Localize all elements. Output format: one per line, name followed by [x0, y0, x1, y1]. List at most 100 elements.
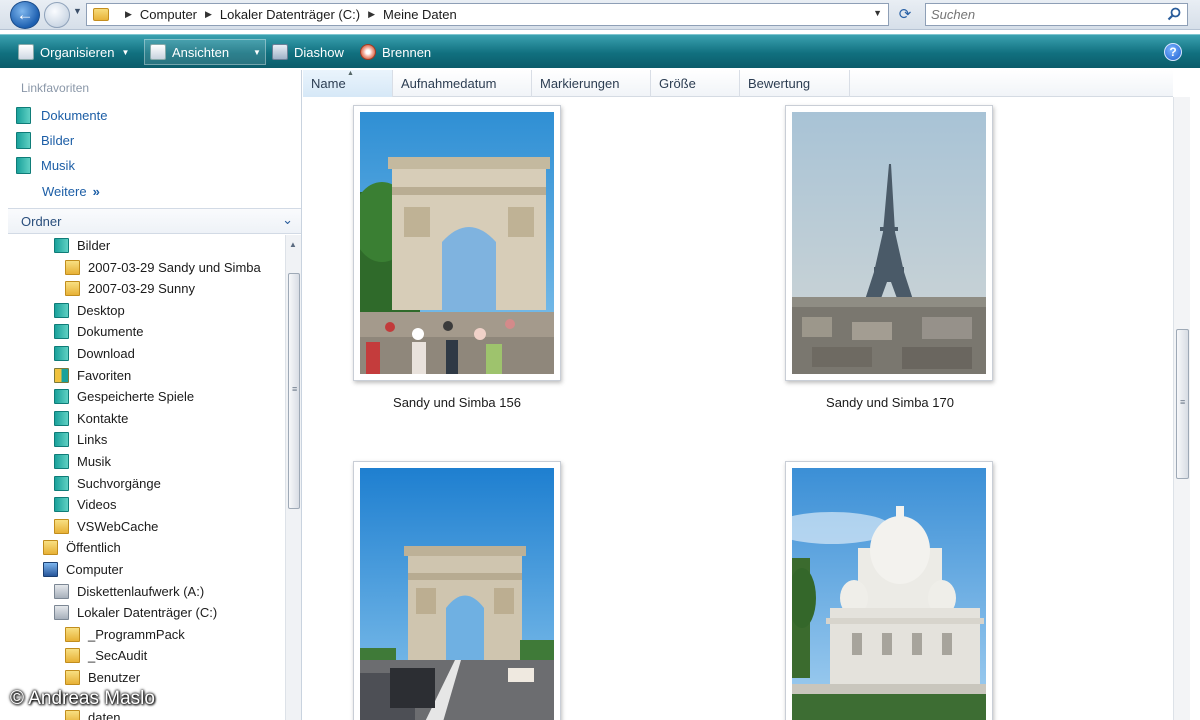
tree-item-sunny[interactable]: 2007-03-29 Sunny: [65, 281, 195, 296]
refresh-button[interactable]: ⟳: [894, 4, 916, 26]
column-header-markierungen[interactable]: Markierungen: [532, 70, 651, 97]
tree-item-daten[interactable]: daten: [65, 710, 121, 720]
search-icon[interactable]: [1167, 7, 1181, 21]
file-thumbnail[interactable]: [353, 105, 561, 381]
tree-item-label: Dokumente: [77, 324, 144, 339]
column-header-label: Aufnahmedatum: [401, 76, 497, 91]
tree-item-label: daten: [88, 710, 121, 720]
tree-item-download[interactable]: Download: [54, 346, 135, 361]
folder-icon: [43, 540, 58, 555]
file-thumbnail[interactable]: [785, 461, 993, 720]
burn-button[interactable]: Brennen: [360, 41, 431, 63]
column-header-aufnahmedatum[interactable]: Aufnahmedatum: [393, 70, 532, 97]
music-icon: [54, 454, 69, 469]
copyright-watermark: © Andreas Maslo: [10, 688, 155, 709]
search-folder-icon: [54, 476, 69, 491]
tree-item-vswebcache[interactable]: VSWebCache: [54, 519, 158, 534]
favorite-item-bilder[interactable]: Bilder: [16, 132, 74, 149]
tree-item-desktop[interactable]: Desktop: [54, 303, 125, 318]
column-header-groesse[interactable]: Größe: [651, 70, 740, 97]
history-dropdown-icon[interactable]: ▼: [73, 6, 82, 16]
folder-tree-scrollbar[interactable]: ▲ ≡: [285, 235, 301, 720]
tree-item-label: 2007-03-29 Sandy und Simba: [88, 260, 261, 275]
scrollbar-thumb[interactable]: ≡: [1176, 329, 1189, 479]
organize-button[interactable]: Organisieren ▼: [18, 41, 129, 63]
favorite-item-dokumente[interactable]: Dokumente: [16, 107, 107, 124]
scrollbar-thumb[interactable]: ≡: [288, 273, 300, 509]
tree-item-label: Videos: [77, 497, 117, 512]
tree-item-floppy[interactable]: Diskettenlaufwerk (A:): [54, 584, 204, 599]
forward-button[interactable]: [44, 2, 70, 28]
tree-item-musik[interactable]: Musik: [54, 454, 111, 469]
chevron-right-icon[interactable]: ▶: [368, 9, 375, 20]
chevron-right-icon[interactable]: ▶: [125, 9, 132, 20]
tree-item-label: Musik: [77, 454, 111, 469]
tree-item-links[interactable]: Links: [54, 432, 107, 447]
back-button[interactable]: ←: [10, 1, 40, 29]
tree-item-bilder[interactable]: Bilder: [54, 238, 110, 253]
library-icon: [54, 303, 69, 318]
navigation-pane: Linkfavoriten Dokumente Bilder Musik Wei…: [8, 70, 302, 720]
favorite-item-musik[interactable]: Musik: [16, 157, 75, 174]
tree-item-benutzer[interactable]: Benutzer: [65, 670, 140, 685]
tree-item-label: _ProgrammPack: [88, 627, 185, 642]
folders-title: Ordner: [21, 214, 62, 229]
address-box[interactable]: ▶ Computer ▶ Lokaler Datenträger (C:) ▶ …: [86, 3, 889, 26]
column-header-label: Markierungen: [540, 76, 620, 91]
search-input[interactable]: [931, 6, 1156, 23]
folder-icon: [93, 8, 109, 21]
file-name-label[interactable]: Sandy und Simba 170: [760, 395, 1020, 410]
views-icon: [150, 44, 166, 60]
tree-item-label: _SecAudit: [88, 648, 148, 663]
tree-item-label: Lokaler Datenträger (C:): [77, 605, 218, 620]
views-dropdown-button[interactable]: ▼: [246, 41, 261, 63]
breadcrumb-item-meine-daten[interactable]: Meine Daten: [383, 7, 457, 22]
tree-item-videos[interactable]: Videos: [54, 497, 117, 512]
file-thumbnail[interactable]: [785, 105, 993, 381]
folders-header[interactable]: Ordner ⌄: [8, 208, 301, 234]
tree-item-favoriten[interactable]: Favoriten: [54, 368, 131, 383]
folder-tree: Bilder 2007-03-29 Sandy und Simba 2007-0…: [8, 235, 284, 720]
tree-item-sandy-simba[interactable]: 2007-03-29 Sandy und Simba: [65, 260, 261, 275]
tree-item-secaudit[interactable]: _SecAudit: [65, 648, 147, 663]
column-header-name[interactable]: ▲ Name: [303, 70, 393, 97]
library-icon: [54, 238, 69, 253]
tree-item-label: Benutzer: [88, 670, 141, 685]
breadcrumb-item-computer[interactable]: Computer: [140, 7, 197, 22]
folder-icon: [65, 648, 80, 663]
tree-item-programmpack[interactable]: _ProgrammPack: [65, 627, 185, 642]
organize-label: Organisieren: [40, 44, 115, 60]
slideshow-label: Diashow: [294, 44, 344, 60]
command-bar: Organisieren ▼ Ansichten ▼ Diashow Brenn…: [0, 34, 1200, 68]
breadcrumb-item-drive-c[interactable]: Lokaler Datenträger (C:): [220, 7, 360, 22]
tree-item-kontakte[interactable]: Kontakte: [54, 411, 128, 426]
scroll-up-arrow-icon[interactable]: ▲: [289, 240, 297, 249]
column-header-bewertung[interactable]: Bewertung: [740, 70, 850, 97]
chevron-right-icon[interactable]: ▶: [205, 9, 212, 20]
help-button[interactable]: ?: [1164, 43, 1182, 61]
address-dropdown-icon[interactable]: ▼: [873, 8, 882, 18]
tree-item-drive-c[interactable]: Lokaler Datenträger (C:): [54, 605, 217, 620]
slideshow-button[interactable]: Diashow: [272, 41, 344, 63]
documents-icon: [16, 107, 31, 124]
tree-item-label: Bilder: [77, 238, 111, 253]
file-view-scrollbar[interactable]: ≡: [1173, 97, 1190, 720]
tree-item-suchvorgaenge[interactable]: Suchvorgänge: [54, 476, 161, 491]
tree-item-label: Desktop: [77, 303, 125, 318]
back-arrow-icon: ←: [16, 5, 34, 24]
views-label: Ansichten: [172, 44, 230, 60]
favorites-more-link[interactable]: Weitere »: [42, 184, 100, 199]
tree-item-gespeicherte-spiele[interactable]: Gespeicherte Spiele: [54, 389, 194, 404]
folder-icon: [65, 281, 80, 296]
tree-item-label: Favoriten: [77, 368, 132, 383]
sort-ascending-icon: ▲: [347, 70, 354, 77]
file-thumbnail[interactable]: [353, 461, 561, 720]
grip-icon: ≡: [292, 384, 298, 394]
tree-item-label: Gespeicherte Spiele: [77, 389, 195, 404]
chevron-down-icon: ⌄: [282, 212, 293, 227]
views-button[interactable]: Ansichten: [150, 41, 229, 63]
file-name-label[interactable]: Sandy und Simba 156: [327, 395, 587, 410]
tree-item-computer[interactable]: Computer: [43, 562, 123, 577]
tree-item-oeffentlich[interactable]: Öffentlich: [43, 540, 121, 555]
tree-item-dokumente[interactable]: Dokumente: [54, 324, 143, 339]
